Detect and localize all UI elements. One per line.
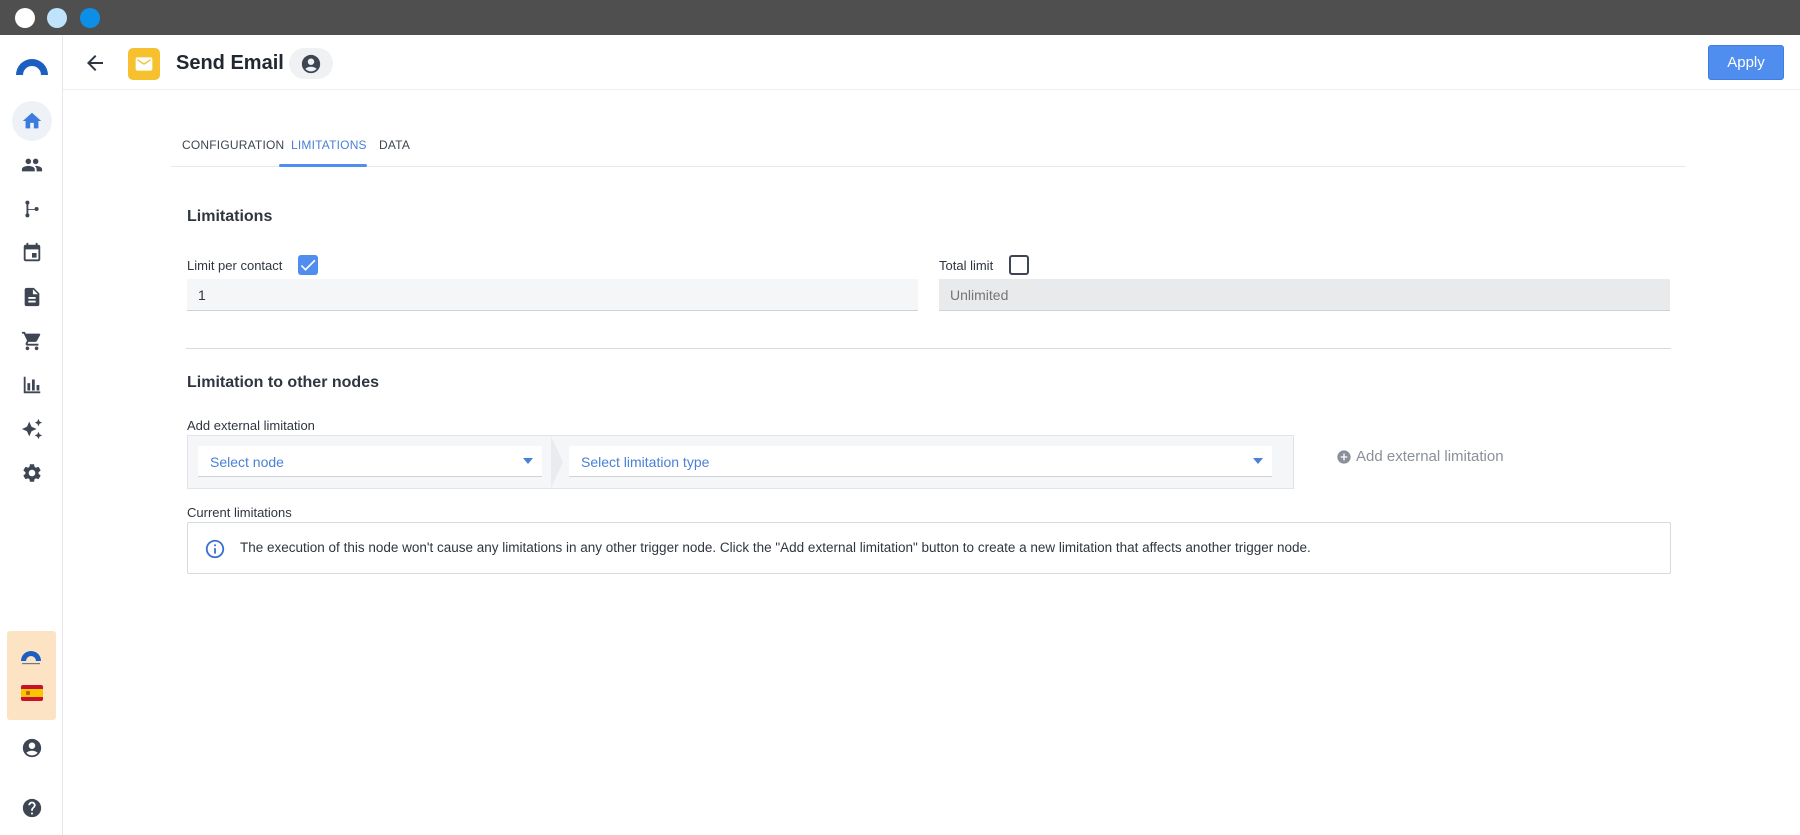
sidebar-item-home[interactable]: [12, 101, 52, 141]
sidebar-item-help[interactable]: [12, 788, 52, 828]
brand-panel: [7, 631, 56, 720]
caret-down-icon: [523, 458, 533, 464]
form-separator-arrow: [551, 436, 563, 488]
limit-per-contact-input[interactable]: [187, 279, 918, 311]
calendar-icon: [23, 242, 41, 262]
sidebar-item-ai[interactable]: [12, 409, 52, 449]
sidebar-item-calendar[interactable]: [12, 233, 52, 273]
checkmark-icon: [300, 259, 316, 271]
sidebar-item-flows[interactable]: [12, 189, 52, 229]
page-header: Send Email Apply: [63, 35, 1800, 90]
email-node-badge: [128, 48, 160, 80]
apply-button[interactable]: Apply: [1708, 45, 1784, 80]
account-icon: [22, 738, 42, 758]
limit-per-contact-label: Limit per contact: [187, 258, 283, 273]
total-limit-input: [939, 279, 1670, 311]
bar-chart-icon: [23, 376, 41, 394]
info-icon: [205, 539, 225, 559]
total-limit-label: Total limit: [939, 258, 994, 273]
sidebar-item-shop[interactable]: [12, 321, 52, 361]
add-external-limitation-text: Add external limitation: [1356, 448, 1504, 465]
document-icon: [24, 287, 40, 307]
tab-limitations[interactable]: LIMITATIONS: [291, 138, 367, 152]
back-button[interactable]: [83, 51, 107, 75]
other-nodes-title: Limitation to other nodes: [187, 374, 379, 391]
caret-down-icon: [1253, 458, 1263, 464]
select-node-text: Select node: [210, 454, 284, 470]
limit-per-contact-checkbox[interactable]: [298, 255, 318, 275]
current-limitations-info: The execution of this node won't cause a…: [187, 522, 1671, 574]
help-icon: [22, 798, 42, 818]
select-node-dropdown[interactable]: Select node: [198, 446, 542, 477]
window-close-button[interactable]: [15, 8, 35, 28]
language-flag-spain-icon[interactable]: [21, 685, 43, 701]
add-external-limitation-label: Add external limitation: [187, 418, 315, 433]
envelope-icon: [135, 57, 153, 71]
active-tab-indicator: [279, 164, 367, 167]
sidebar-item-documents[interactable]: [12, 277, 52, 317]
home-icon: [22, 112, 42, 129]
window-titlebar: [0, 0, 1800, 35]
add-external-limitation-button[interactable]: Add external limitation: [1336, 448, 1504, 465]
sidebar: [0, 35, 63, 835]
limitations-title: Limitations: [187, 208, 273, 225]
total-limit-checkbox[interactable]: [1009, 255, 1029, 275]
section-divider: [186, 348, 1671, 349]
cart-icon: [21, 331, 41, 351]
users-icon: [21, 158, 43, 172]
page-title: Send Email: [176, 52, 284, 74]
select-limitation-type-dropdown[interactable]: Select limitation type: [569, 446, 1272, 477]
sidebar-item-settings[interactable]: [12, 453, 52, 493]
add-circle-icon: [1337, 449, 1351, 464]
brand-logo-icon: [21, 651, 41, 665]
sidebar-item-account[interactable]: [12, 728, 52, 768]
tab-bar: CONFIGURATION LIMITATIONS DATA: [171, 118, 1686, 167]
sidebar-item-contacts[interactable]: [12, 145, 52, 185]
select-limitation-type-text: Select limitation type: [581, 454, 710, 470]
app-logo-icon[interactable]: [14, 53, 50, 77]
info-message: The execution of this node won't cause a…: [240, 540, 1311, 555]
gear-icon: [23, 464, 41, 482]
current-limitations-label: Current limitations: [187, 505, 292, 520]
window-maximize-button[interactable]: [80, 8, 100, 28]
external-limitation-form: Select node Select limitation type: [187, 435, 1294, 489]
tab-configuration[interactable]: CONFIGURATION: [182, 138, 284, 152]
sparkle-icon: [21, 418, 43, 440]
window-minimize-button[interactable]: [47, 8, 67, 28]
arrow-left-icon: [87, 55, 103, 71]
flow-icon: [25, 200, 39, 218]
sidebar-item-analytics[interactable]: [12, 365, 52, 405]
tab-data[interactable]: DATA: [379, 138, 410, 152]
owner-chip[interactable]: [289, 48, 333, 79]
account-circle-icon: [301, 54, 321, 73]
